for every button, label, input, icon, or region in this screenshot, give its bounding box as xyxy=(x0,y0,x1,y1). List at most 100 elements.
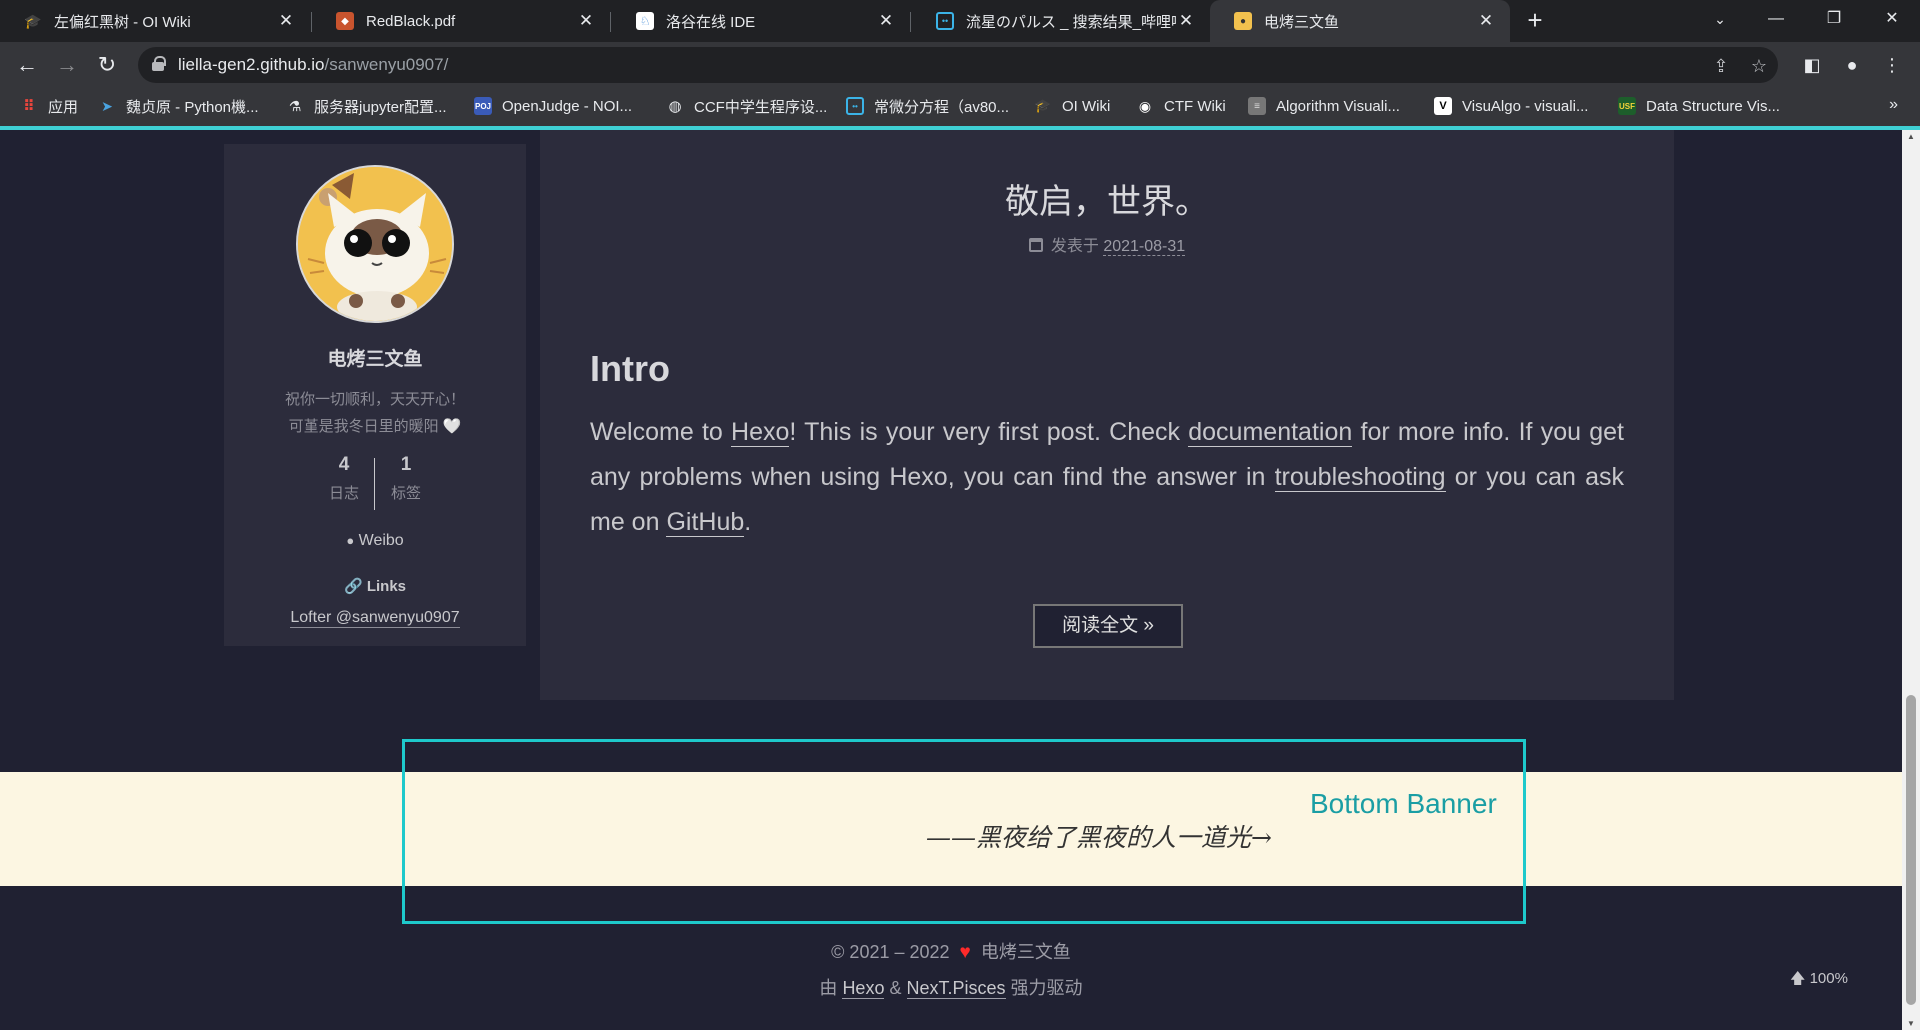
bird-icon: ➤ xyxy=(101,97,113,114)
close-icon[interactable]: ✕ xyxy=(276,11,296,31)
flask-icon: ⚗ xyxy=(288,97,302,114)
reload-icon[interactable]: ↻ xyxy=(92,50,122,80)
bookmark-item[interactable]: •• 常微分方程（av80... xyxy=(846,88,1009,124)
scroll-up-icon[interactable]: ▲ xyxy=(1902,132,1920,141)
bookmark-label: VisuAlgo - visuali... xyxy=(1462,97,1589,115)
usf-icon: USF xyxy=(1618,97,1636,115)
close-icon[interactable]: ✕ xyxy=(1176,11,1196,31)
bookmark-item[interactable]: ◍ CCF中学生程序设... xyxy=(666,88,827,124)
post-excerpt: Welcome to Hexo! This is your very first… xyxy=(590,410,1624,545)
back-to-top-button[interactable]: 🡅 100% xyxy=(1790,968,1848,993)
algo-icon: ≡ xyxy=(1248,97,1266,115)
close-icon[interactable]: ✕ xyxy=(876,11,896,31)
new-tab-button[interactable]: + xyxy=(1520,6,1550,36)
cat-avatar-icon xyxy=(298,167,452,321)
author-description: 祝你一切顺利，天天开心！ xyxy=(284,391,465,408)
stat-label: 日志 xyxy=(328,485,359,502)
luogu-icon: ♘ xyxy=(636,12,654,30)
bookmark-label: 魏贞原 - Python機... xyxy=(126,98,259,116)
close-window-button[interactable]: ✕ xyxy=(1864,0,1920,38)
blogroll-link[interactable]: Lofter @sanwenyu0907 xyxy=(224,609,526,628)
social-label: Weibo xyxy=(358,532,404,549)
bilibili-icon: •• xyxy=(846,97,864,115)
blogroll-link-label: Lofter @sanwenyu0907 xyxy=(290,609,460,628)
scroll-down-icon[interactable]: ▼ xyxy=(1902,1019,1920,1028)
post-title[interactable]: 敬启，世界。 xyxy=(540,174,1674,223)
documentation-link[interactable]: documentation xyxy=(1188,418,1353,447)
post-date[interactable]: 2021-08-31 xyxy=(1103,238,1186,256)
bookmark-label: 服务器jupyter配置... xyxy=(314,98,447,116)
banner-quote: ——黑夜给了黑夜的人一道光→ xyxy=(926,823,1272,852)
browser-tab[interactable]: 🎓 左偏红黑树 - OI Wiki ✕ xyxy=(0,0,310,42)
troubleshooting-link[interactable]: troubleshooting xyxy=(1274,463,1446,492)
site-stats: 4 日志 1 标签 xyxy=(224,454,526,514)
browser-tab[interactable]: •• 流星のパルス _ 搜索结果_哔哩哔 ✕ xyxy=(912,0,1210,42)
bookmark-item[interactable]: ◉ CTF Wiki xyxy=(1136,88,1226,124)
minimize-button[interactable]: — xyxy=(1748,0,1804,38)
post-card: 敬启，世界。 发表于 2021-08-31 Intro Welcome to H… xyxy=(540,130,1674,700)
bookmark-label: CTF Wiki xyxy=(1164,97,1226,115)
bookmark-item[interactable]: ⚗ 服务器jupyter配置... xyxy=(286,88,447,124)
github-link[interactable]: GitHub xyxy=(666,508,745,537)
hexo-link[interactable]: Hexo xyxy=(731,418,790,447)
menu-icon[interactable]: ⋮ xyxy=(1878,51,1906,79)
body-text: Welcome to xyxy=(590,418,732,446)
tab-divider xyxy=(910,12,911,32)
browser-toolbar: ← → ↻ liella-gen2.github.io/sanwenyu0907… xyxy=(0,42,1920,88)
links-title-text: Links xyxy=(366,578,407,595)
link-chain-icon: 🔗 xyxy=(343,578,363,595)
forward-icon[interactable]: → xyxy=(52,50,82,80)
tab-search-icon[interactable]: ⌄ xyxy=(1692,0,1748,38)
sidebar-author-panel: 电烤三文鱼 祝你一切顺利，天天开心！ 可堇是我冬日里的暖阳 🤍 4 日志 1 标… xyxy=(224,144,526,646)
restore-button[interactable]: ❐ xyxy=(1806,0,1862,38)
bookmark-item[interactable]: V VisuAlgo - visuali... xyxy=(1434,88,1588,124)
bookmark-label: 常微分方程（av80... xyxy=(874,98,1010,116)
back-icon[interactable]: ← xyxy=(12,50,42,80)
lock-icon xyxy=(152,56,166,72)
theme-link[interactable]: NexT.Pisces xyxy=(906,978,1006,999)
bookmarks-overflow-button[interactable]: » xyxy=(1889,96,1898,114)
copyright-text: © 2021 – 2022 xyxy=(831,942,950,962)
stat-posts[interactable]: 4 日志 xyxy=(314,454,374,503)
body-text: . xyxy=(744,508,752,536)
bookmark-item[interactable]: ≡ Algorithm Visuali... xyxy=(1248,88,1400,124)
close-icon[interactable]: ✕ xyxy=(576,11,596,31)
page-scrollbar[interactable]: ▲ ▼ xyxy=(1902,130,1920,1030)
post-meta-label: 发表于 xyxy=(1050,238,1099,255)
read-more-button[interactable]: 阅读全文 » xyxy=(1033,604,1183,648)
address-bar[interactable]: liella-gen2.github.io/sanwenyu0907/ ⇪ ☆ xyxy=(138,47,1778,83)
stat-divider xyxy=(374,458,375,510)
weibo-icon: ● xyxy=(346,533,355,548)
browser-tab-strip: 🎓 左偏红黑树 - OI Wiki ✕ ◆ RedBlack.pdf ✕ ♘ 洛… xyxy=(0,0,1920,42)
browser-tab[interactable]: ♘ 洛谷在线 IDE ✕ xyxy=(612,0,910,42)
browser-tab[interactable]: ◆ RedBlack.pdf ✕ xyxy=(312,0,610,42)
oiwiki-icon: 🎓 xyxy=(1034,98,1052,113)
scrollbar-thumb[interactable] xyxy=(1906,695,1916,1005)
tab-title: RedBlack.pdf xyxy=(366,12,456,30)
social-link-weibo[interactable]: ● Weibo xyxy=(224,532,526,550)
url-text[interactable]: liella-gen2.github.io/sanwenyu0907/ xyxy=(178,55,448,75)
post-heading: Intro xyxy=(590,348,670,389)
bookmark-label: Data Structure Vis... xyxy=(1646,97,1780,115)
side-panel-icon[interactable]: ◧ xyxy=(1798,51,1826,79)
oiwiki-icon: 🎓 xyxy=(24,12,42,29)
bookmark-item[interactable]: ➤ 魏贞原 - Python機... xyxy=(98,88,259,124)
browser-tab-active[interactable]: ● 电烤三文鱼 ✕ xyxy=(1210,0,1510,42)
avatar-icon: ● xyxy=(1234,12,1252,30)
stat-label: 标签 xyxy=(390,485,421,502)
tab-title: 电烤三文鱼 xyxy=(1264,13,1340,31)
hexo-footer-link[interactable]: Hexo xyxy=(842,978,885,999)
share-icon[interactable]: ⇪ xyxy=(1708,53,1734,79)
profile-icon[interactable]: ● xyxy=(1838,51,1866,79)
bookmark-item[interactable]: USF Data Structure Vis... xyxy=(1618,88,1780,124)
bookmark-item[interactable]: 🎓 OI Wiki xyxy=(1034,88,1110,124)
stat-tags[interactable]: 1 标签 xyxy=(376,454,436,503)
banner-label: Bottom Banner xyxy=(1310,788,1497,819)
footer-copyright: © 2021 – 2022 ♥ 电烤三文鱼 xyxy=(0,938,1902,964)
close-icon[interactable]: ✕ xyxy=(1476,11,1496,31)
stat-count: 1 xyxy=(400,454,412,475)
ampersand: & xyxy=(889,978,902,998)
bookmark-item[interactable]: POJ OpenJudge - NOI... xyxy=(474,88,632,124)
bookmark-item[interactable]: ⠿ 应用 xyxy=(20,88,78,124)
star-icon[interactable]: ☆ xyxy=(1746,53,1772,79)
